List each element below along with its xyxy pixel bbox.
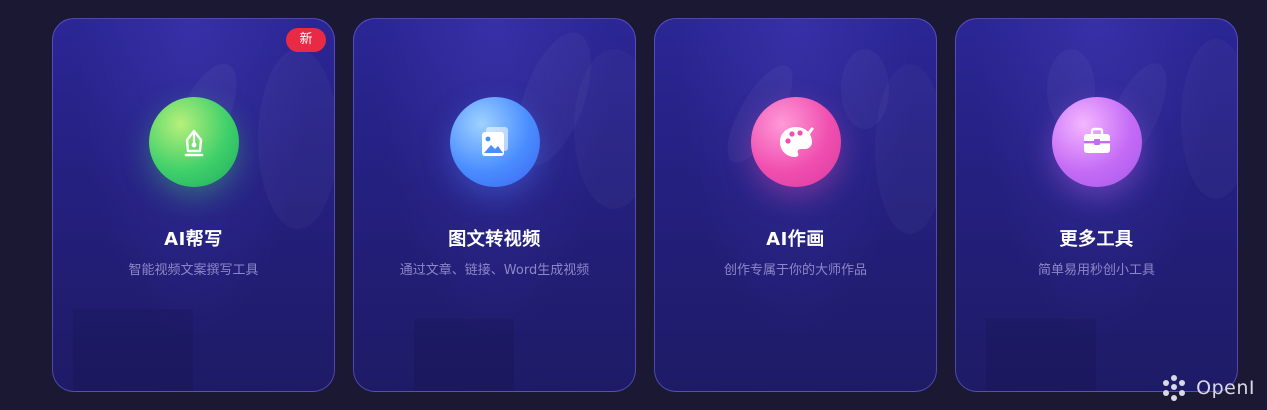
tool-card-more-tools[interactable]: 更多工具 简单易用秒创小工具 bbox=[955, 18, 1238, 392]
card-title: 更多工具 bbox=[1059, 229, 1134, 250]
new-badge: 新 bbox=[286, 28, 326, 52]
toolbox-icon bbox=[1051, 97, 1142, 187]
palette-brush-icon bbox=[750, 97, 841, 187]
card-background-decoration bbox=[73, 63, 237, 391]
tool-card-ai-painting[interactable]: AI作画 创作专属于你的大师作品 bbox=[654, 18, 937, 392]
card-title: 图文转视频 bbox=[448, 229, 541, 250]
openi-watermark: OpenI bbox=[1158, 374, 1255, 402]
card-title: AI作画 bbox=[766, 229, 825, 250]
card-description: 创作专属于你的大师作品 bbox=[723, 263, 867, 278]
openi-logo-icon bbox=[1163, 375, 1186, 401]
card-background-decoration bbox=[986, 319, 1096, 391]
card-description: 简单易用秒创小工具 bbox=[1037, 263, 1155, 278]
pen-nib-icon bbox=[148, 97, 239, 187]
image-stack-icon bbox=[449, 97, 540, 187]
card-background-decoration bbox=[414, 319, 514, 391]
watermark-text: OpenI bbox=[1196, 377, 1255, 399]
tool-card-ai-writing[interactable]: 新 AI帮写 智能视频文案撰写工具 bbox=[52, 18, 335, 392]
tool-card-grid: 新 AI帮写 智能视频文案撰写工具 图文转视频 通过文章、链接、Word生成视频… bbox=[52, 18, 1238, 392]
card-background-decoration bbox=[727, 65, 793, 163]
card-title: AI帮写 bbox=[164, 229, 223, 250]
card-description: 通过文章、链接、Word生成视频 bbox=[399, 263, 590, 278]
card-description: 智能视频文案撰写工具 bbox=[128, 263, 259, 278]
tool-card-article-to-video[interactable]: 图文转视频 通过文章、链接、Word生成视频 bbox=[353, 18, 636, 392]
